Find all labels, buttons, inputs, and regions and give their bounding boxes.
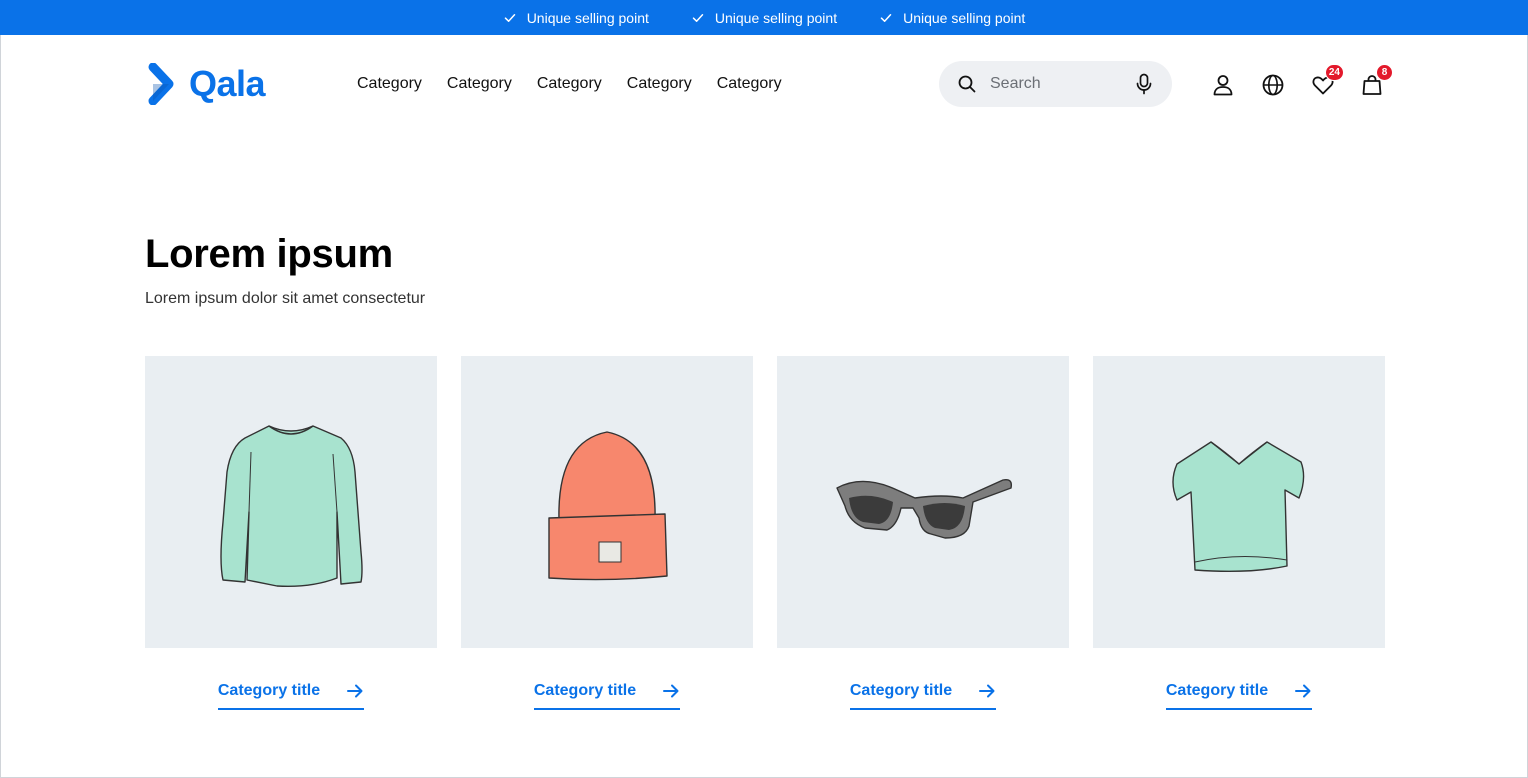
- nav-item-category[interactable]: Category: [717, 75, 782, 93]
- wishlist-button[interactable]: 24: [1311, 64, 1344, 97]
- usp-label: Unique selling point: [526, 9, 649, 26]
- category-title: Category title: [1165, 682, 1269, 699]
- category-image[interactable]: [461, 356, 753, 648]
- check-icon: [692, 13, 704, 22]
- nav-item-category[interactable]: Category: [537, 75, 602, 93]
- category-card: Category title: [461, 356, 753, 710]
- main-nav: Category Category Category Category Cate…: [357, 75, 782, 93]
- site-header: Qala Category Category Category Category…: [0, 35, 1528, 133]
- arrow-right-icon: [347, 684, 363, 698]
- page-subtitle: Lorem ipsum dolor sit amet consectetur: [145, 290, 426, 307]
- category-image[interactable]: [145, 356, 437, 648]
- category-title-link[interactable]: Category title: [849, 682, 997, 710]
- cart-count-badge: 8: [1376, 64, 1393, 81]
- category-card: Category title: [1093, 356, 1385, 710]
- check-icon: [504, 13, 515, 22]
- brand-name: Qala: [189, 63, 266, 104]
- nav-item-category[interactable]: Category: [447, 75, 512, 93]
- arrow-right-icon: [663, 684, 679, 698]
- search-icon: [958, 75, 976, 93]
- nav-item-category[interactable]: Category: [357, 75, 422, 93]
- usp-bar: Unique selling point Unique selling poin…: [0, 0, 1528, 35]
- check-icon: [880, 13, 892, 22]
- account-button[interactable]: [1211, 73, 1235, 97]
- beanie-hat-illustration: [548, 431, 668, 581]
- sunglasses-illustration: [836, 478, 1013, 539]
- category-grid: Category title Category title Category t…: [145, 356, 1385, 710]
- chevron-logo-icon: [148, 63, 174, 105]
- category-title: Category title: [849, 682, 953, 699]
- brand-logo[interactable]: Qala: [145, 63, 266, 105]
- usp-item: Unique selling point: [879, 10, 1025, 26]
- category-image[interactable]: [1093, 356, 1385, 648]
- language-button[interactable]: [1261, 73, 1285, 97]
- category-title: Category title: [533, 682, 637, 699]
- user-icon: [1213, 75, 1233, 96]
- search-bar[interactable]: [939, 61, 1172, 107]
- wishlist-count-badge: 24: [1324, 64, 1344, 81]
- cart-button[interactable]: 8: [1360, 64, 1393, 97]
- usp-item: Unique selling point: [503, 10, 649, 26]
- search-input[interactable]: [990, 75, 1120, 93]
- tshirt-illustration: [1172, 441, 1305, 573]
- nav-item-category[interactable]: Category: [627, 75, 692, 93]
- category-image[interactable]: [777, 356, 1069, 648]
- usp-label: Unique selling point: [714, 9, 838, 26]
- category-title-link[interactable]: Category title: [533, 682, 681, 710]
- long-sleeve-shirt-illustration: [220, 425, 363, 588]
- microphone-icon[interactable]: [1134, 73, 1154, 95]
- usp-item: Unique selling point: [691, 10, 837, 26]
- page-title: Lorem ipsum: [145, 232, 393, 276]
- arrow-right-icon: [979, 684, 995, 698]
- usp-label: Unique selling point: [903, 9, 1026, 26]
- category-title-link[interactable]: Category title: [1165, 682, 1313, 710]
- globe-icon: [1262, 74, 1284, 96]
- category-title: Category title: [217, 682, 321, 699]
- category-card: Category title: [145, 356, 437, 710]
- category-title-link[interactable]: Category title: [217, 682, 365, 710]
- arrow-right-icon: [1295, 684, 1311, 698]
- category-card: Category title: [777, 356, 1069, 710]
